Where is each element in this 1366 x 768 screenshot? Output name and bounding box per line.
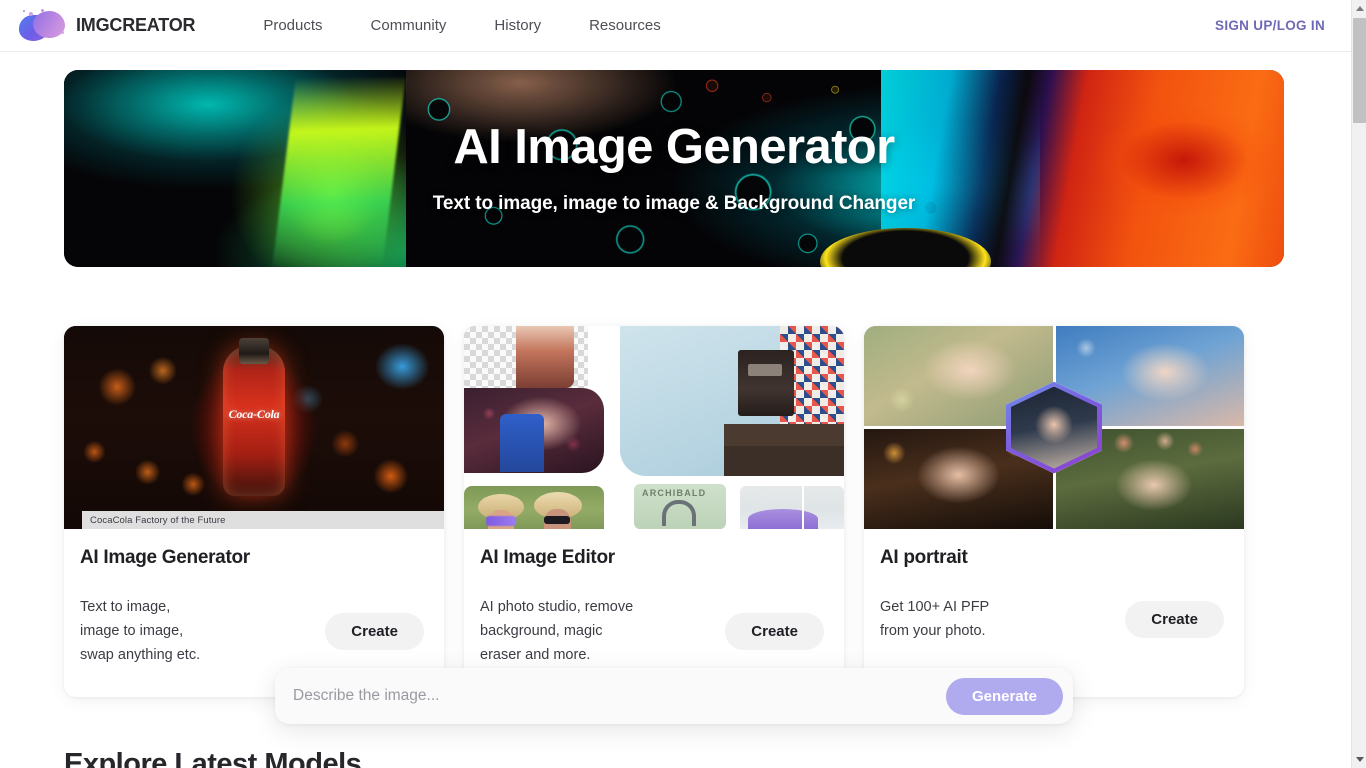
- scrollbar-thumb[interactable]: [1353, 18, 1366, 123]
- scroll-up-button[interactable]: [1352, 0, 1366, 17]
- create-button-ai-image-generator[interactable]: Create: [325, 612, 424, 650]
- hero-title: AI Image Generator: [453, 119, 895, 174]
- card-media-ai-image-generator: Coca-Cola CocaCola Factory of the Future: [64, 326, 444, 529]
- nav-right: SIGN UP/LOG IN: [1215, 18, 1325, 33]
- card-title: AI Image Generator: [80, 547, 250, 568]
- brand-name: IMGCREATOR: [76, 15, 196, 35]
- section-heading-explore-latest-models: Explore Latest Models: [64, 748, 362, 768]
- card-media-ai-image-editor: ARCHIBALD: [464, 326, 844, 529]
- imgcreator-logo-icon: [19, 8, 67, 43]
- feature-card-ai-portrait[interactable]: AI portrait Get 100+ AI PFP from your ph…: [864, 326, 1244, 697]
- card-description: AI photo studio, remove background, magi…: [480, 599, 634, 663]
- create-button-ai-image-editor[interactable]: Create: [725, 612, 824, 650]
- card-media-caption: CocaCola Factory of the Future: [82, 511, 444, 529]
- page-root: IMGCREATOR Products Community History Re…: [0, 0, 1366, 768]
- generate-button[interactable]: Generate: [945, 677, 1063, 715]
- brand-logo-link[interactable]: IMGCREATOR: [19, 8, 196, 43]
- vertical-scrollbar[interactable]: [1351, 0, 1366, 768]
- nav-links: Products Community History Resources: [239, 11, 684, 40]
- card-description: Text to image, image to image, swap anyt…: [80, 599, 201, 663]
- card-description: Get 100+ AI PFP from your photo.: [880, 599, 990, 639]
- card-media-caption-text: CocaCola Factory of the Future: [90, 514, 226, 526]
- nav-item-history[interactable]: History: [470, 11, 565, 40]
- floating-prompt-bar: Generate: [275, 668, 1073, 724]
- nav-item-products[interactable]: Products: [239, 11, 346, 40]
- sign-up-log-in-link[interactable]: SIGN UP/LOG IN: [1215, 18, 1325, 33]
- feature-cards-row: Coca-Cola CocaCola Factory of the Future…: [64, 326, 1284, 697]
- scroll-down-button[interactable]: [1352, 751, 1366, 768]
- card-title: AI portrait: [880, 547, 968, 568]
- nav-item-resources[interactable]: Resources: [565, 11, 685, 40]
- card-media-ai-portrait: [864, 326, 1244, 529]
- nav-item-community[interactable]: Community: [347, 11, 471, 40]
- create-button-ai-portrait[interactable]: Create: [1125, 600, 1224, 638]
- top-navigation-bar: IMGCREATOR Products Community History Re…: [0, 0, 1351, 52]
- prompt-input[interactable]: [293, 687, 946, 705]
- feature-card-ai-image-generator[interactable]: Coca-Cola CocaCola Factory of the Future…: [64, 326, 444, 697]
- feature-card-ai-image-editor[interactable]: ARCHIBALD AI Image Editor AI photo studi…: [464, 326, 844, 697]
- hero-subtitle: Text to image, image to image & Backgrou…: [432, 193, 916, 215]
- card-title: AI Image Editor: [480, 547, 615, 568]
- triangle-down-icon: [1355, 757, 1364, 762]
- hero-banner: AI Image Generator Text to image, image …: [64, 70, 1284, 267]
- triangle-up-icon: [1355, 6, 1364, 11]
